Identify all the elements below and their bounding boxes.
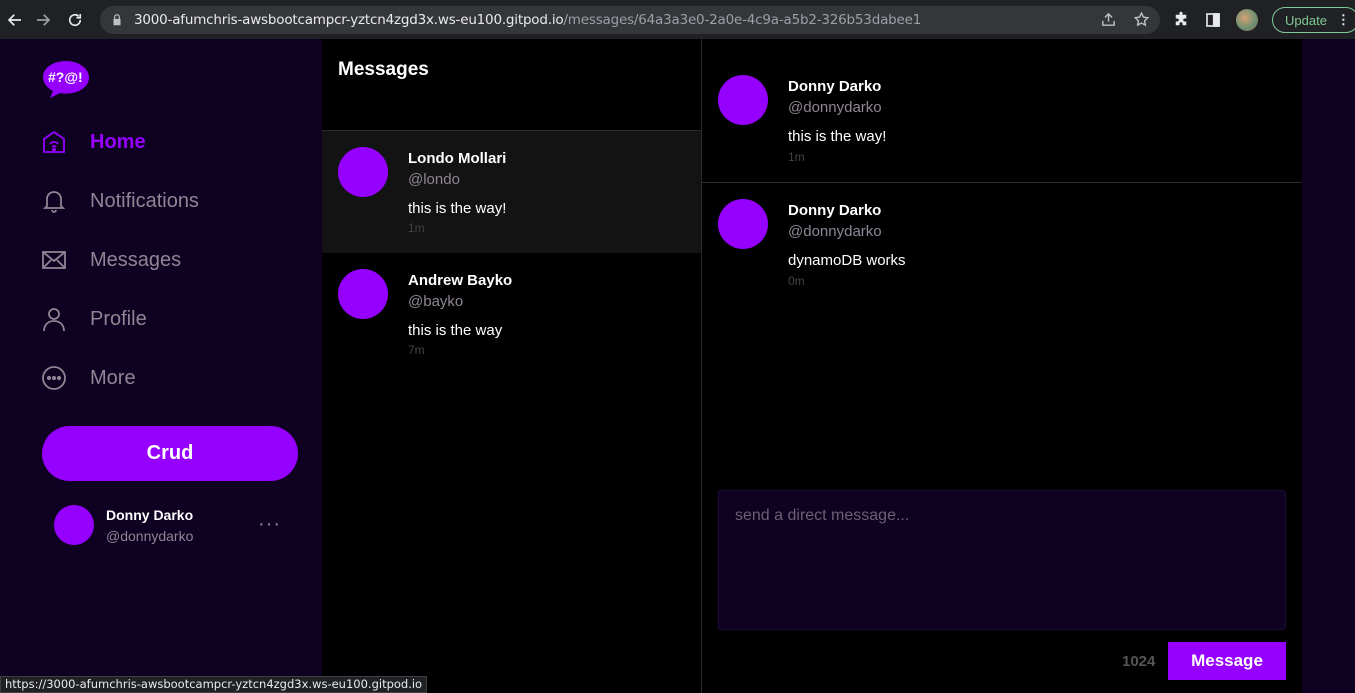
send-message-button[interactable]: Message xyxy=(1168,642,1286,680)
update-button[interactable]: Update ⋮ xyxy=(1272,7,1355,33)
sidebar-item-home[interactable]: Home xyxy=(40,127,146,157)
sidebar-item-label: Home xyxy=(90,130,146,153)
logo[interactable]: #?@! xyxy=(42,59,90,99)
profile-handle: @donnydarko xyxy=(106,528,194,544)
home-icon xyxy=(40,128,68,156)
bell-icon xyxy=(40,187,68,215)
message-time: 0m xyxy=(788,274,805,288)
message-text: dynamoDB works xyxy=(788,252,906,269)
profile-card[interactable]: Donny Darko @donnydarko ··· xyxy=(54,505,294,547)
message-author-handle: @donnydarko xyxy=(788,99,882,116)
sidebar-item-messages[interactable]: Messages xyxy=(40,245,181,275)
sidebar-item-notifications[interactable]: Notifications xyxy=(40,186,199,216)
page-title: Messages xyxy=(338,59,429,80)
link-status-bar: https://3000-afumchris-awsbootcampcr-yzt… xyxy=(0,676,428,693)
side-panel-icon[interactable] xyxy=(1204,11,1222,29)
sidebar-item-more[interactable]: More xyxy=(40,363,136,393)
address-bar[interactable]: 3000-afumchris-awsbootcampcr-yztcn4zgd3x… xyxy=(100,6,1160,34)
message-group-item[interactable]: Andrew Bayko @bayko this is the way 7m xyxy=(322,253,701,375)
avatar xyxy=(718,199,768,249)
message-item: Donny Darko @donnydarko this is the way!… xyxy=(702,59,1302,183)
update-label: Update xyxy=(1285,12,1327,28)
sidebar-item-label: More xyxy=(90,366,136,389)
more-circle-icon xyxy=(40,364,68,392)
message-time: 1m xyxy=(788,150,805,164)
profile-more-icon[interactable]: ··· xyxy=(258,513,281,536)
extensions-icon[interactable] xyxy=(1172,11,1190,29)
message-group-name: Londo Mollari xyxy=(408,150,507,167)
direct-message-input[interactable] xyxy=(719,491,1285,629)
message-group-name: Andrew Bayko xyxy=(408,272,513,289)
message-group-handle: @bayko xyxy=(408,293,464,310)
message-group-time: 1m xyxy=(408,221,425,235)
message-author-handle: @donnydarko xyxy=(788,223,882,240)
message-group-text: this is the way! xyxy=(408,200,507,217)
sidebar-item-label: Messages xyxy=(90,248,182,271)
character-counter: 1024 xyxy=(1122,653,1156,670)
profile-name: Donny Darko xyxy=(106,507,194,523)
sidebar-item-profile[interactable]: Profile xyxy=(40,304,147,334)
right-gutter xyxy=(1302,39,1355,693)
envelope-icon xyxy=(40,246,68,274)
message-author-name: Donny Darko xyxy=(788,78,882,95)
message-group-text: this is the way xyxy=(408,322,503,339)
message-composer xyxy=(718,490,1286,630)
profile-avatar[interactable] xyxy=(1236,9,1258,31)
message-group-time: 7m xyxy=(408,343,425,357)
lock-icon xyxy=(113,14,121,26)
message-item: Donny Darko @donnydarko dynamoDB works 0… xyxy=(702,183,1302,307)
user-icon xyxy=(40,305,68,333)
message-groups-panel: Messages Londo Mollari @londo this is th… xyxy=(322,39,702,693)
logo-text: #?@! xyxy=(48,69,83,85)
avatar xyxy=(54,505,94,545)
message-text: this is the way! xyxy=(788,128,887,145)
bookmark-star-icon[interactable] xyxy=(1133,11,1150,28)
avatar xyxy=(338,147,388,197)
conversation-panel: Donny Darko @donnydarko this is the way!… xyxy=(702,39,1302,693)
avatar xyxy=(338,269,388,319)
message-group-item[interactable]: Londo Mollari @londo this is the way! 1m xyxy=(322,131,701,253)
kebab-menu-icon[interactable]: ⋮ xyxy=(1337,12,1350,28)
sidebar: #?@! Home Notifications Messages Profile… xyxy=(0,39,322,693)
back-icon[interactable] xyxy=(0,5,30,35)
sidebar-item-label: Notifications xyxy=(90,189,199,212)
browser-toolbar: 3000-afumchris-awsbootcampcr-yztcn4zgd3x… xyxy=(0,0,1355,39)
message-group-handle: @londo xyxy=(408,171,460,188)
reload-icon[interactable] xyxy=(60,5,90,35)
sidebar-item-label: Profile xyxy=(90,307,147,330)
message-author-name: Donny Darko xyxy=(788,202,882,219)
url-host: 3000-afumchris-awsbootcampcr-yztcn4zgd3x… xyxy=(134,12,564,28)
url-text: 3000-afumchris-awsbootcampcr-yztcn4zgd3x… xyxy=(134,12,921,28)
share-icon[interactable] xyxy=(1100,11,1117,28)
avatar xyxy=(718,75,768,125)
url-path: /messages/64a3a3e0-2a0e-4c9a-a5b2-326b53… xyxy=(563,12,922,28)
crud-button[interactable]: Crud xyxy=(42,426,298,481)
forward-icon[interactable] xyxy=(28,5,58,35)
